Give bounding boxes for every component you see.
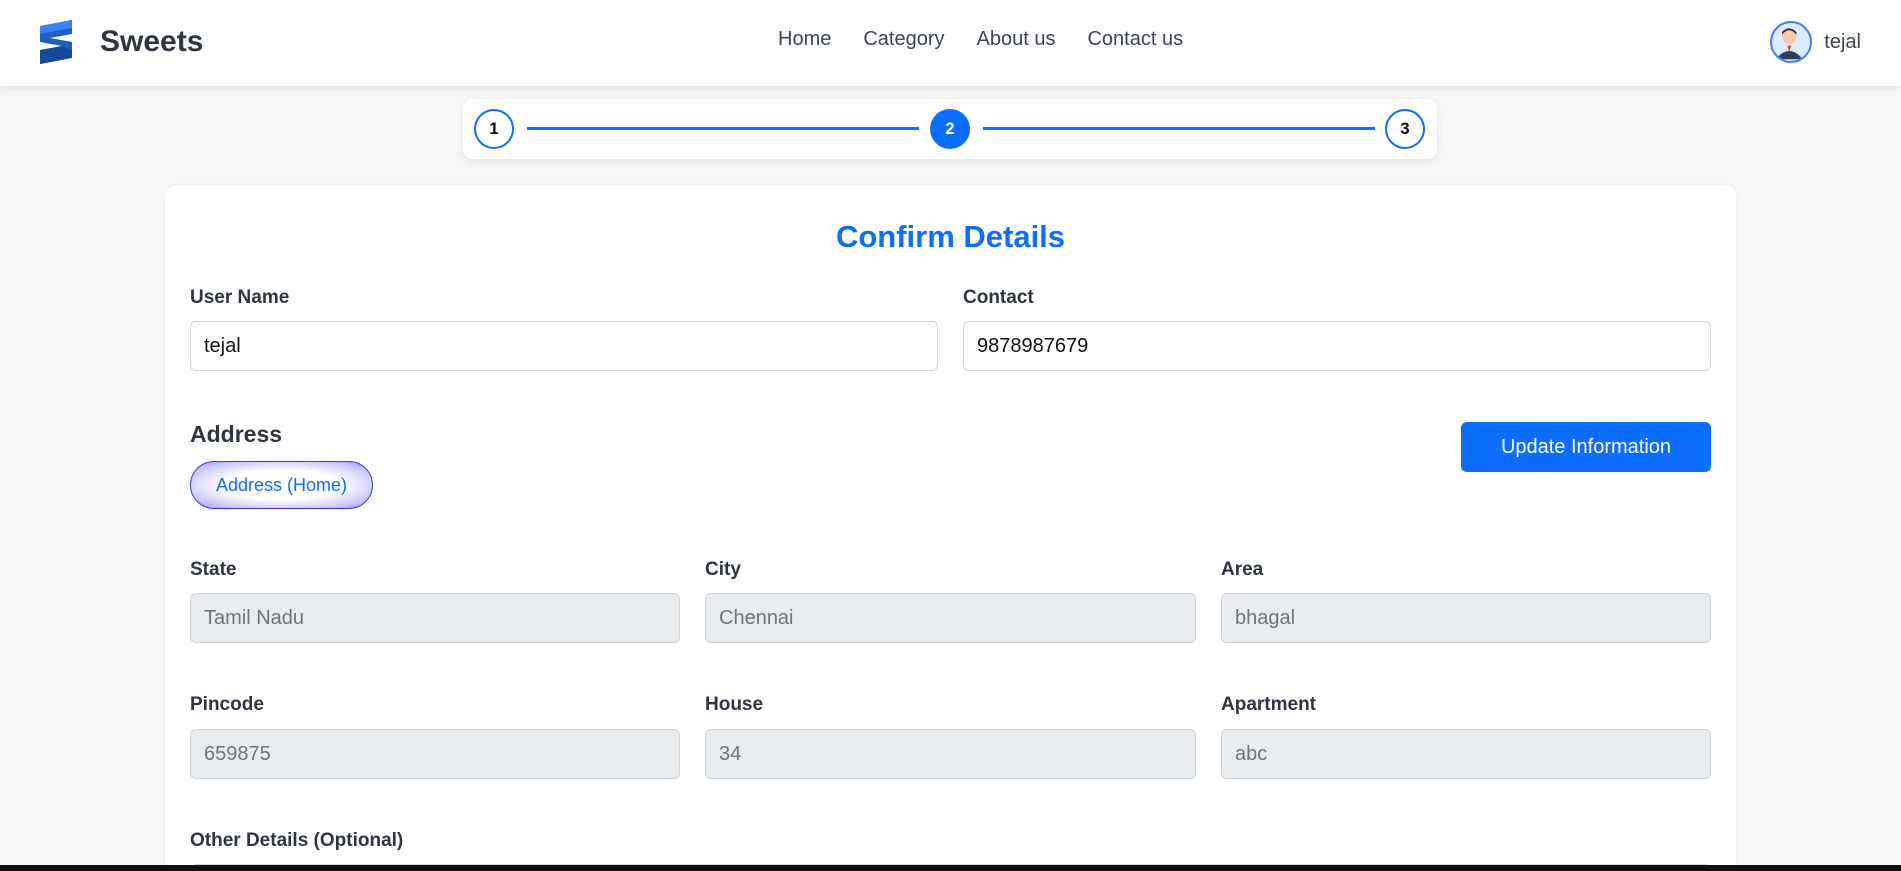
apartment-input [1221,729,1711,779]
state-input [190,593,680,643]
apartment-label: Apartment [1221,694,1317,715]
city-label: City [705,559,741,580]
step-connector-1 [527,127,919,130]
user-name-label: User Name [190,287,290,308]
brand[interactable]: Sweets [36,20,203,64]
pincode-label: Pincode [190,694,264,715]
address-home-pill[interactable]: Address (Home) [190,461,373,509]
brand-name: Sweets [100,25,204,58]
user-name: tejal [1824,30,1861,53]
area-label: Area [1221,559,1264,580]
house-label: House [705,694,764,715]
confirm-details-card: Confirm Details User Name Contact Addres… [165,185,1736,871]
nav-about-link[interactable]: About us [977,28,1056,51]
user-name-input[interactable] [190,321,938,371]
progress-stepper: 1 2 3 [463,99,1437,159]
step-2[interactable]: 2 [930,109,970,149]
other-details-label: Other Details (Optional) [190,830,404,851]
nav-home-link[interactable]: Home [778,28,831,51]
top-navbar: Sweets Home Category About us Contact us… [0,0,1901,86]
step-connector-2 [983,127,1375,130]
page-title: Confirm Details [835,219,1066,254]
step-1[interactable]: 1 [474,109,514,149]
city-input [705,593,1196,643]
update-information-button[interactable]: Update Information [1461,422,1711,472]
step-3[interactable]: 3 [1385,109,1425,149]
contact-label: Contact [963,287,1034,308]
bottom-edge-bar [0,865,1901,871]
nav-links: Home Category About us Contact us [778,28,1183,51]
address-heading: Address [190,421,283,447]
avatar[interactable] [1770,21,1813,63]
user-menu[interactable]: tejal [1770,21,1861,63]
pincode-input [190,729,680,779]
nav-contact-link[interactable]: Contact us [1087,28,1183,51]
nav-category-link[interactable]: Category [863,28,944,51]
brand-logo-icon [40,20,72,64]
user-avatar-icon [1775,28,1804,60]
house-input [705,729,1196,779]
state-label: State [190,559,237,580]
area-input [1221,593,1711,643]
contact-input[interactable] [963,321,1711,371]
